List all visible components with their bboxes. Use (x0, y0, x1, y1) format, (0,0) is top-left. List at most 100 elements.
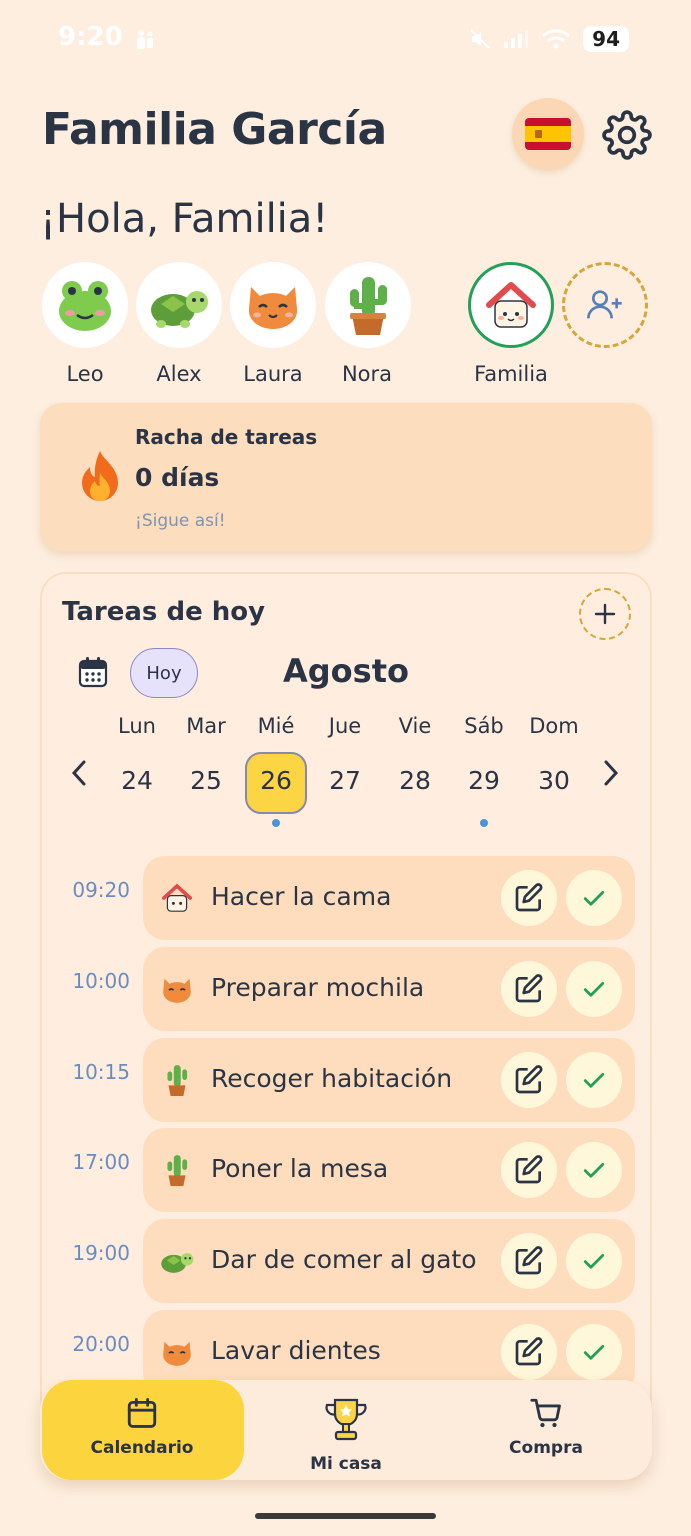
edit-task-button[interactable] (501, 870, 557, 926)
cat-icon (249, 287, 297, 329)
task-row[interactable]: Hacer la cama (143, 856, 635, 940)
edit-icon (515, 974, 543, 1003)
check-icon (583, 982, 605, 997)
tasks-title: Tareas de hoy (62, 597, 266, 627)
edit-task-button[interactable] (501, 1233, 557, 1289)
complete-task-button[interactable] (566, 1324, 622, 1380)
edit-icon (515, 883, 543, 912)
member-name: Laura (243, 362, 303, 386)
complete-task-button[interactable] (566, 870, 622, 926)
next-week-button[interactable] (600, 758, 622, 796)
edit-icon (515, 1337, 543, 1366)
house-icon (159, 880, 195, 916)
page-title: Familia García (42, 104, 387, 155)
task-label: Hacer la cama (211, 882, 392, 911)
edit-icon (515, 1155, 543, 1184)
add-member-button[interactable] (562, 262, 648, 348)
nav-shopping[interactable]: Compra (494, 1396, 598, 1458)
day-number[interactable]: 25 (171, 766, 241, 795)
mute-icon (470, 29, 490, 49)
task-row[interactable]: Poner la mesa (143, 1128, 635, 1212)
task-row[interactable]: Recoger habitación (143, 1038, 635, 1122)
status-indicators: 94 (469, 26, 629, 52)
streak-card: Racha de tareas 0 días ¡Sigue así! (40, 403, 652, 551)
day-number[interactable]: 24 (102, 766, 172, 795)
calendar-icon[interactable] (78, 656, 108, 688)
day-name: Vie (398, 714, 432, 738)
complete-task-button[interactable] (566, 1233, 622, 1289)
signal-icon (504, 30, 529, 48)
task-row[interactable]: Dar de comer al gato (143, 1219, 635, 1303)
day-name: Lun (118, 714, 156, 738)
member-nora[interactable] (325, 262, 411, 348)
day-number[interactable]: 29 (449, 766, 519, 795)
task-time: 20:00 (72, 1332, 130, 1356)
spain-flag-icon (525, 118, 571, 150)
task-label: Dar de comer al gato (211, 1245, 477, 1274)
day-name: Jue (328, 714, 362, 738)
status-time: 9:20 (58, 22, 123, 52)
nav-label: Calendario (90, 1438, 194, 1458)
task-time: 09:20 (72, 878, 130, 902)
streak-subtitle: ¡Sigue así! (135, 511, 226, 531)
task-time: 17:00 (72, 1150, 130, 1174)
gear-icon (602, 110, 652, 160)
complete-task-button[interactable] (566, 1142, 622, 1198)
nav-home[interactable]: Mi casa (294, 1396, 398, 1474)
turtle-icon (159, 1243, 195, 1279)
check-icon (583, 1073, 605, 1088)
task-row[interactable]: Preparar mochila (143, 947, 635, 1031)
today-button[interactable]: Hoy (130, 648, 198, 698)
task-indicator-dot (480, 819, 488, 827)
task-time: 10:15 (72, 1060, 130, 1084)
calendar-nav-icon (127, 1398, 157, 1428)
chevron-right-icon (604, 760, 619, 786)
edit-icon (515, 1246, 543, 1275)
day-name: Dom (529, 714, 579, 738)
edit-task-button[interactable] (501, 1142, 557, 1198)
cactus-icon (350, 277, 387, 335)
task-indicator-dot (272, 819, 280, 827)
month-label: Agosto (283, 652, 409, 690)
streak-days: 0 días (135, 463, 220, 492)
nav-calendar[interactable]: Calendario (90, 1396, 194, 1458)
edit-task-button[interactable] (501, 1324, 557, 1380)
add-task-button[interactable] (579, 588, 631, 640)
cactus-icon (159, 1152, 195, 1188)
frog-avatar (42, 262, 128, 348)
member-name: Leo (66, 362, 104, 386)
task-label: Lavar dientes (211, 1336, 381, 1365)
settings-button[interactable] (600, 108, 654, 162)
task-time: 19:00 (72, 1241, 130, 1265)
cat-icon (159, 971, 195, 1007)
bottom-nav: Calendario Mi casa Compra (40, 1380, 652, 1480)
edit-task-button[interactable] (501, 961, 557, 1017)
cactus-icon (159, 1062, 195, 1098)
wifi-icon (542, 29, 571, 49)
member-name: Alex (156, 362, 202, 386)
home-indicator (255, 1513, 436, 1519)
day-number[interactable]: 30 (519, 766, 589, 795)
member-name: Nora (341, 362, 393, 386)
member-laura[interactable] (230, 262, 316, 348)
prev-week-button[interactable] (68, 758, 90, 796)
house-avatar (468, 262, 554, 348)
chevron-left-icon (71, 760, 86, 786)
edit-task-button[interactable] (501, 1052, 557, 1108)
day-number[interactable]: 27 (310, 766, 380, 795)
check-icon (583, 1163, 605, 1178)
plus-icon (594, 603, 616, 625)
member-alex[interactable] (136, 262, 222, 348)
member-leo[interactable] (42, 262, 128, 348)
complete-task-button[interactable] (566, 961, 622, 1017)
nav-label: Mi casa (310, 1454, 382, 1474)
house-icon (486, 282, 536, 328)
greeting: ¡Hola, Familia! (40, 196, 329, 242)
language-button[interactable] (512, 98, 584, 170)
cart-icon (530, 1398, 561, 1428)
day-number[interactable]: 28 (380, 766, 450, 795)
member-familia[interactable] (468, 262, 554, 348)
day-number-selected[interactable]: 26 (241, 766, 311, 795)
turtle-avatar (136, 262, 222, 348)
complete-task-button[interactable] (566, 1052, 622, 1108)
